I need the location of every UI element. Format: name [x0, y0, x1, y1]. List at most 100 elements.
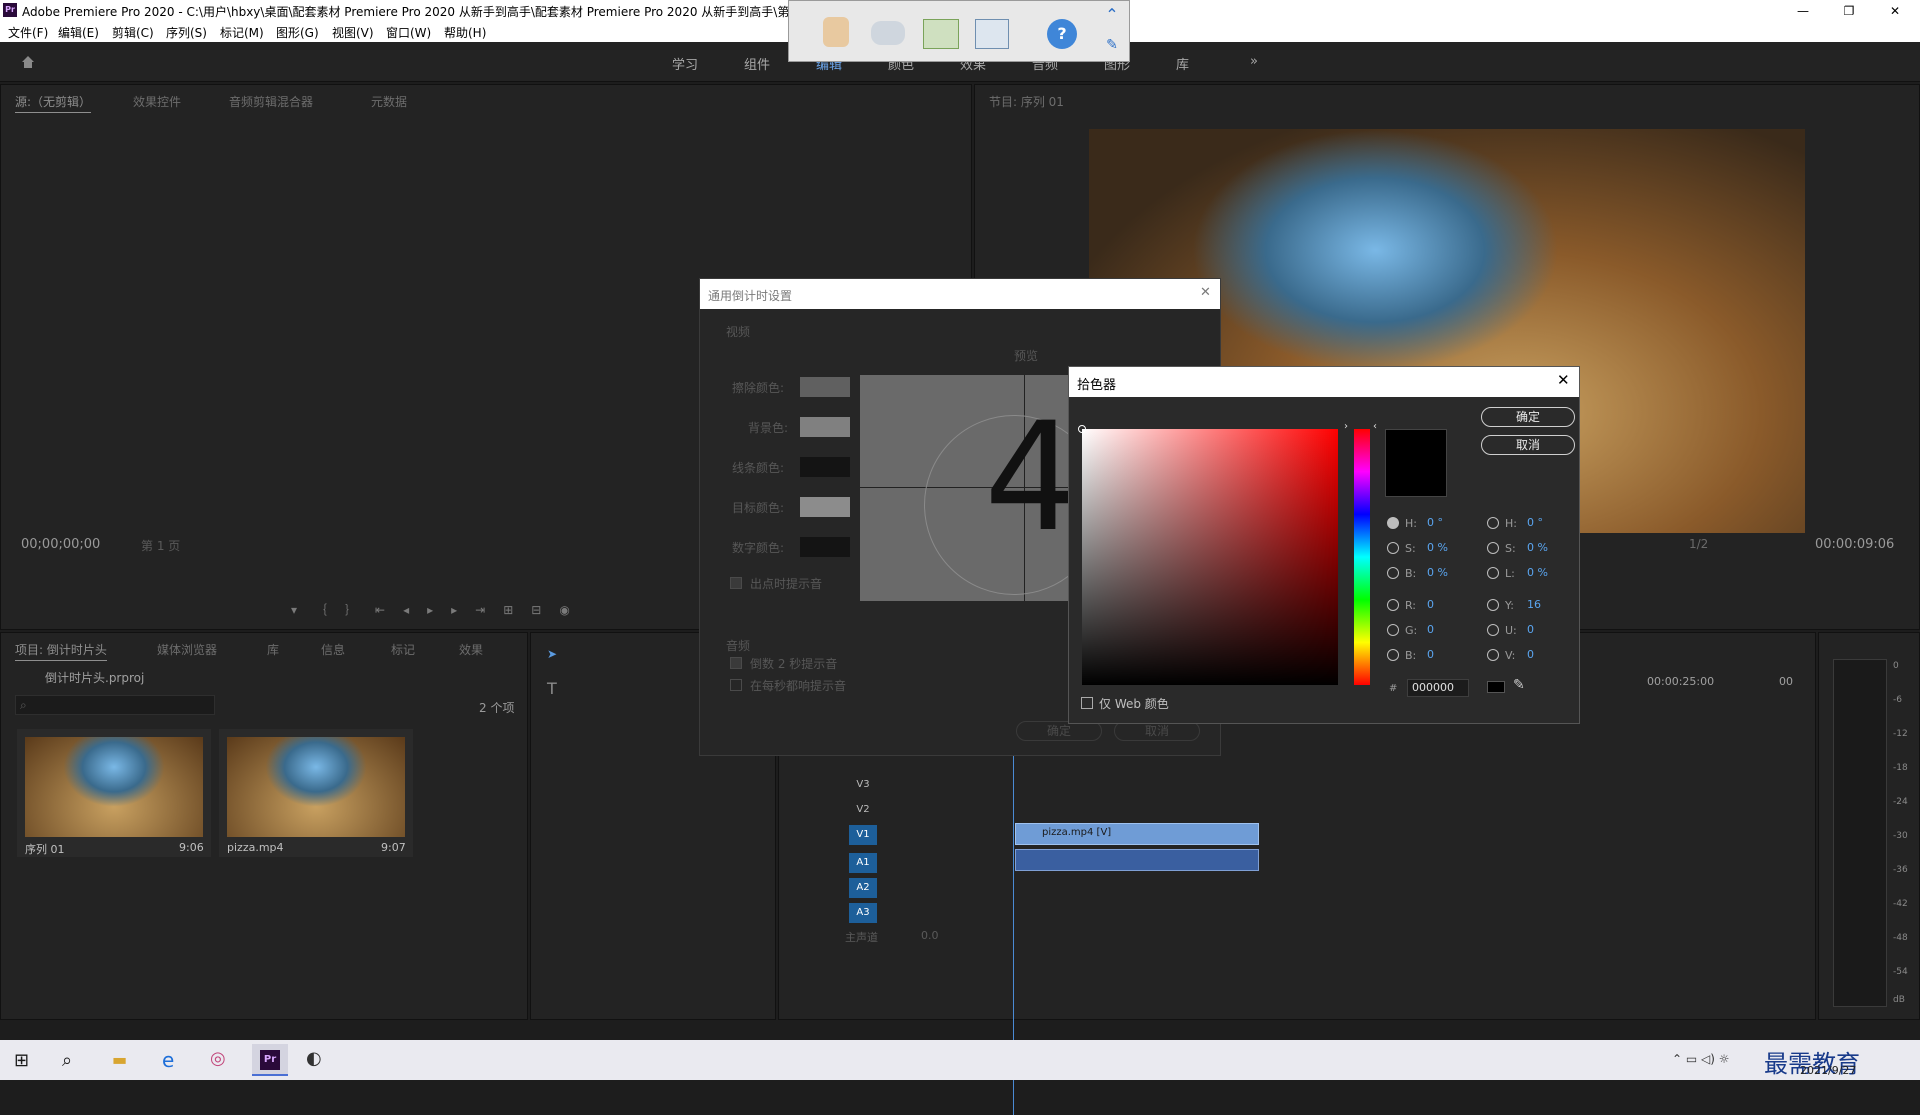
menu-file[interactable]: 文件(F)	[8, 24, 48, 41]
edge-icon[interactable]: e	[162, 1048, 174, 1072]
web-colors-checkbox[interactable]	[1081, 697, 1093, 709]
track-header[interactable]: A1	[849, 853, 877, 873]
selection-tool-icon[interactable]: ➤	[547, 647, 557, 661]
track-header[interactable]: V3	[849, 775, 877, 795]
help-icon[interactable]: ?	[1047, 19, 1077, 49]
zoom-select[interactable]: 1/2	[1689, 537, 1708, 551]
eyedropper-icon[interactable]: ✎	[1513, 677, 1525, 693]
workspace-libraries[interactable]: 库	[1176, 54, 1189, 73]
project-item-sequence[interactable]: 序列 01 9:06	[17, 729, 211, 857]
menu-window[interactable]: 窗口(W)	[386, 24, 431, 41]
yuv-y-radio[interactable]	[1487, 599, 1499, 611]
tab-project[interactable]: 项目: 倒计时片头	[15, 641, 107, 661]
close-button[interactable]: ✕	[1872, 0, 1918, 22]
hsb-b-radio[interactable]	[1387, 567, 1399, 579]
rgb-g-value[interactable]: 0	[1427, 623, 1434, 636]
digit-color-swatch[interactable]	[800, 537, 850, 557]
project-item-clip[interactable]: pizza.mp4 9:07	[219, 729, 413, 857]
cue-out-checkbox[interactable]	[730, 577, 742, 589]
countdown-ok-button[interactable]: 确定	[1016, 721, 1102, 741]
workspace-learn[interactable]: 学习	[672, 54, 698, 73]
track-header[interactable]: A3	[849, 903, 877, 923]
hex-input[interactable]: 000000	[1407, 679, 1469, 697]
search-doc-icon[interactable]	[975, 19, 1009, 49]
search-input[interactable]: ⌕	[15, 695, 215, 715]
tab-audio-mixer[interactable]: 音频剪辑混合器	[229, 93, 313, 110]
app-icon[interactable]: ◎	[210, 1048, 226, 1069]
hsl-h-radio[interactable]	[1487, 517, 1499, 529]
yuv-y-value[interactable]: 16	[1527, 598, 1541, 611]
close-icon[interactable]: ✕	[1200, 285, 1211, 300]
maximize-button[interactable]: ❐	[1826, 0, 1872, 22]
countdown-cancel-button[interactable]: 取消	[1114, 721, 1200, 741]
home-icon[interactable]	[20, 54, 36, 70]
saturation-field[interactable]	[1082, 429, 1338, 685]
rgb-r-value[interactable]: 0	[1427, 598, 1434, 611]
menu-sequence[interactable]: 序列(S)	[166, 24, 207, 41]
color-cursor[interactable]	[1078, 425, 1086, 433]
hue-arrow-left-icon[interactable]: ›	[1344, 421, 1348, 432]
hue-arrow-right-icon[interactable]: ‹	[1373, 421, 1377, 432]
comment-icon[interactable]	[871, 21, 905, 45]
menu-clip[interactable]: 剪辑(C)	[112, 24, 154, 41]
system-tray-icons[interactable]: ⌃ ▭ ◁) ☼	[1672, 1052, 1730, 1066]
hsl-h-value[interactable]: 0 °	[1527, 516, 1543, 529]
menu-edit[interactable]: 编辑(E)	[58, 24, 99, 41]
yuv-v-radio[interactable]	[1487, 649, 1499, 661]
beep-2s-checkbox[interactable]	[730, 657, 742, 669]
search-icon[interactable]: ⌕	[62, 1050, 72, 1071]
hsl-l-value[interactable]: 0 %	[1527, 566, 1548, 579]
yuv-u-value[interactable]: 0	[1527, 623, 1534, 636]
hsb-s-radio[interactable]	[1387, 542, 1399, 554]
hsl-l-radio[interactable]	[1487, 567, 1499, 579]
windows-start-icon[interactable]: ⊞	[14, 1050, 29, 1071]
rgb-b-radio[interactable]	[1387, 649, 1399, 661]
file-explorer-icon[interactable]: ▬	[112, 1050, 127, 1069]
menu-marker[interactable]: 标记(M)	[220, 24, 264, 41]
target-color-swatch[interactable]	[800, 497, 850, 517]
rgb-r-radio[interactable]	[1387, 599, 1399, 611]
background-color-swatch[interactable]	[800, 417, 850, 437]
menu-view[interactable]: 视图(V)	[332, 24, 374, 41]
menu-help[interactable]: 帮助(H)	[444, 24, 486, 41]
hsb-b-value[interactable]: 0 %	[1427, 566, 1448, 579]
premiere-taskbar-icon[interactable]: Pr	[252, 1044, 288, 1076]
menu-graphics[interactable]: 图形(G)	[276, 24, 319, 41]
wipe-color-swatch[interactable]	[800, 377, 850, 397]
line-color-swatch[interactable]	[800, 457, 850, 477]
hsb-s-value[interactable]: 0 %	[1427, 541, 1448, 554]
close-icon[interactable]: ✕	[1557, 371, 1570, 389]
hue-slider[interactable]	[1354, 429, 1370, 685]
audio-clip[interactable]	[1015, 849, 1259, 871]
tab-effects[interactable]: 效果	[459, 641, 483, 658]
tab-libraries[interactable]: 库	[267, 641, 279, 658]
tab-source[interactable]: 源:（无剪辑）	[15, 93, 92, 113]
workspace-assembly[interactable]: 组件	[744, 54, 770, 73]
hsl-s-radio[interactable]	[1487, 542, 1499, 554]
tab-metadata[interactable]: 元数据	[371, 93, 407, 110]
hand-tool-icon[interactable]	[823, 17, 849, 47]
yuv-u-radio[interactable]	[1487, 624, 1499, 636]
tab-media-browser[interactable]: 媒体浏览器	[157, 641, 217, 658]
tab-program[interactable]: 节目: 序列 01	[989, 93, 1064, 110]
track-header[interactable]: V1	[849, 825, 877, 845]
hsb-h-value[interactable]: 0 °	[1427, 516, 1443, 529]
tab-effect-controls[interactable]: 效果控件	[133, 93, 181, 110]
minimize-button[interactable]: —	[1780, 0, 1826, 22]
export-icon[interactable]	[923, 19, 959, 49]
hsl-s-value[interactable]: 0 %	[1527, 541, 1548, 554]
source-transport-controls[interactable]: ▾｛｝⇤◂▸▸⇥⊞⊟◉	[291, 601, 691, 619]
rgb-b-value[interactable]: 0	[1427, 648, 1434, 661]
tab-info[interactable]: 信息	[321, 641, 345, 658]
picker-ok-button[interactable]: 确定	[1481, 407, 1575, 427]
rgb-g-radio[interactable]	[1387, 624, 1399, 636]
hsb-h-radio[interactable]	[1387, 517, 1399, 529]
beep-each-checkbox[interactable]	[730, 679, 742, 691]
picker-cancel-button[interactable]: 取消	[1481, 435, 1575, 455]
yuv-v-value[interactable]: 0	[1527, 648, 1534, 661]
type-tool-icon[interactable]: T	[547, 679, 557, 698]
pin-icon[interactable]: ✎	[1101, 37, 1123, 59]
collapse-icon[interactable]: ⌃	[1101, 5, 1123, 27]
photos-icon[interactable]: ◐	[306, 1048, 322, 1069]
page-select[interactable]: 第 1 页	[141, 537, 180, 554]
